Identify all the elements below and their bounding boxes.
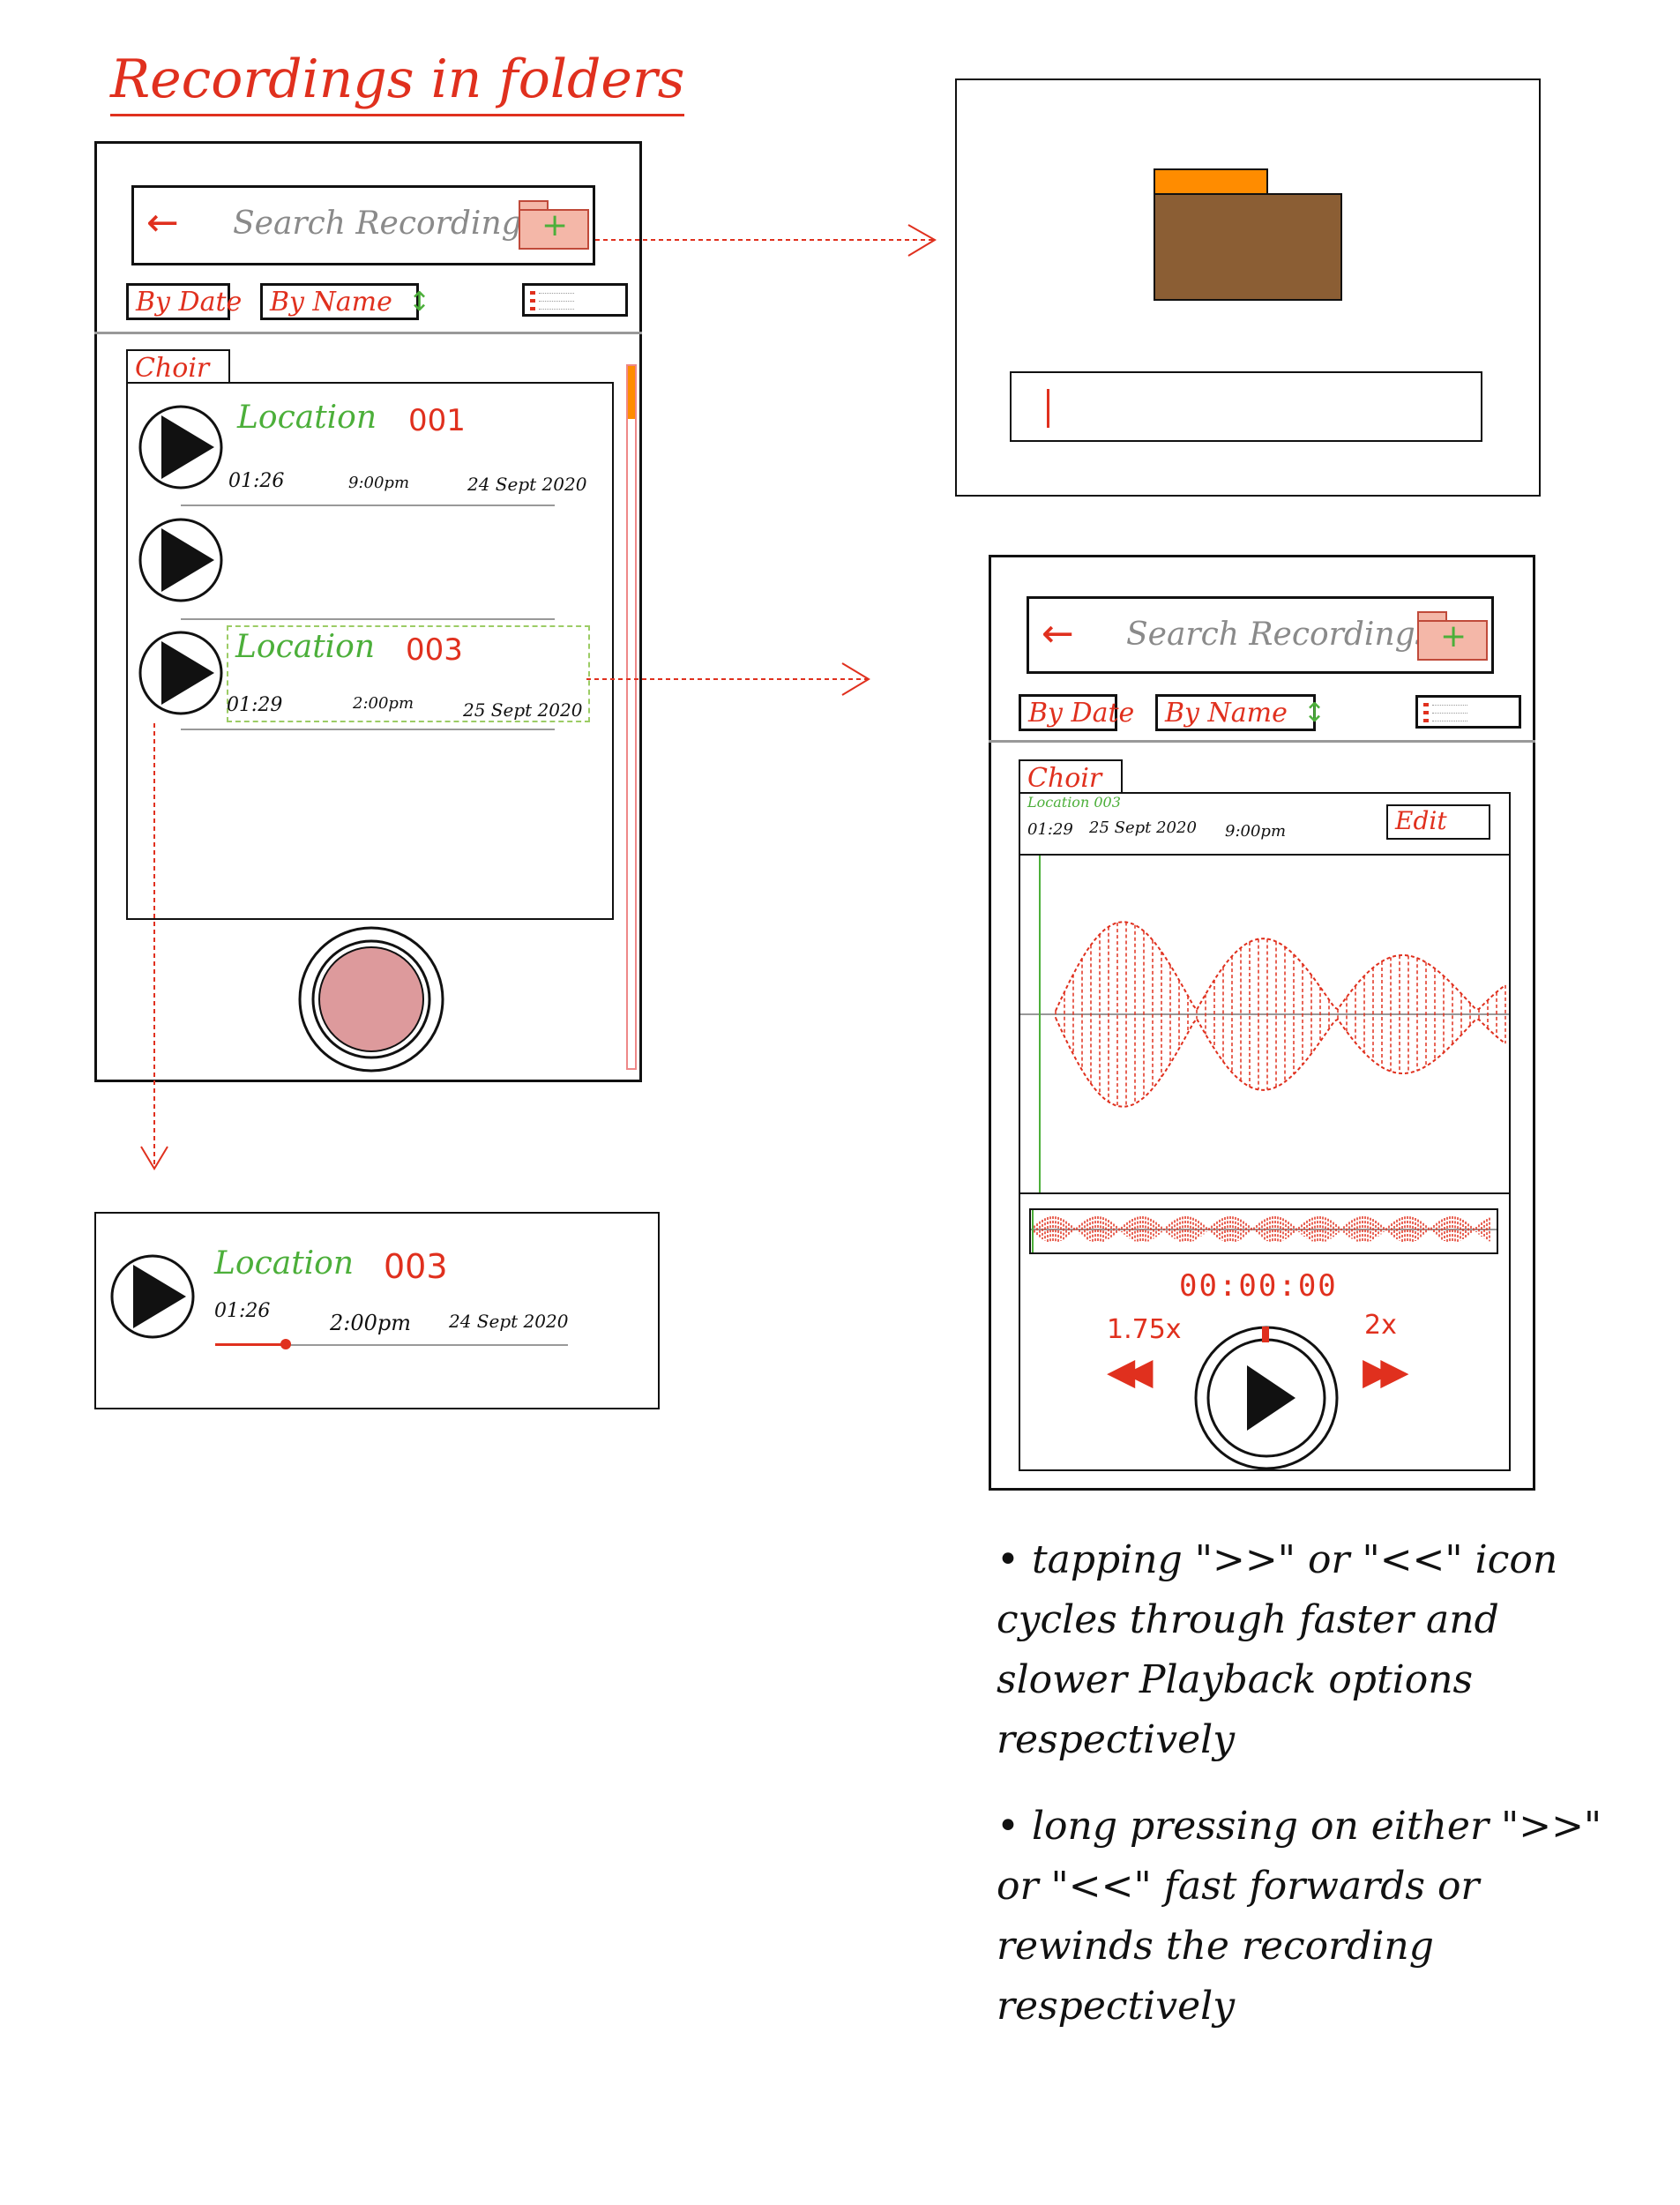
annotation-notes: • tapping ">>" or "<<" icon cycles throu… [997,1530,1631,2063]
sort-by-name-button[interactable]: By Name ↕ [1155,694,1325,731]
add-folder-icon[interactable]: + [1417,611,1488,661]
player-time: 9:00pm [1225,822,1287,841]
slow-speed-label: 1.75x [1107,1314,1182,1345]
list-view-icon[interactable] [1415,695,1521,729]
divider [989,740,1535,743]
note-item: • long pressing on either ">>" or "<<" f… [997,1804,1602,2029]
sort-icon: ↕ [1303,697,1326,729]
play-icon[interactable] [1191,1323,1341,1473]
fast-speed-label: 2x [1364,1310,1397,1341]
edit-button[interactable]: Edit [1386,804,1490,840]
overview-strip[interactable] [1029,1208,1498,1254]
search-bar[interactable]: ← Search Recordings + [1027,596,1494,674]
phone-player: ← Search Recordings + By Date By Name ↕ … [989,555,1535,1491]
waveform-divider [1020,1192,1509,1194]
waveform[interactable] [1020,856,1509,1192]
fast-forward-icon[interactable]: ▶▶ [1363,1349,1408,1393]
rewind-icon[interactable]: ◀◀ [1107,1349,1153,1393]
player-date: 25 Sept 2020 [1089,818,1197,837]
player-location: Location 003 [1027,794,1121,811]
folder-tab-choir[interactable]: Choir [1019,759,1123,795]
timer: 00:00:00 [1179,1268,1338,1304]
player-panel: Location 003 01:29 25 Sept 2020 9:00pm E… [1019,792,1511,1471]
sort-by-name-label: By Name [1165,697,1288,729]
back-arrow-icon[interactable]: ← [1042,611,1074,656]
note-item: • tapping ">>" or "<<" icon cycles throu… [997,1537,1558,1762]
sort-by-date-button[interactable]: By Date [1019,694,1134,731]
player-duration: 01:29 [1027,820,1073,839]
add-glyph: + [1440,618,1467,654]
search-input[interactable]: Search Recordings [1126,617,1431,653]
